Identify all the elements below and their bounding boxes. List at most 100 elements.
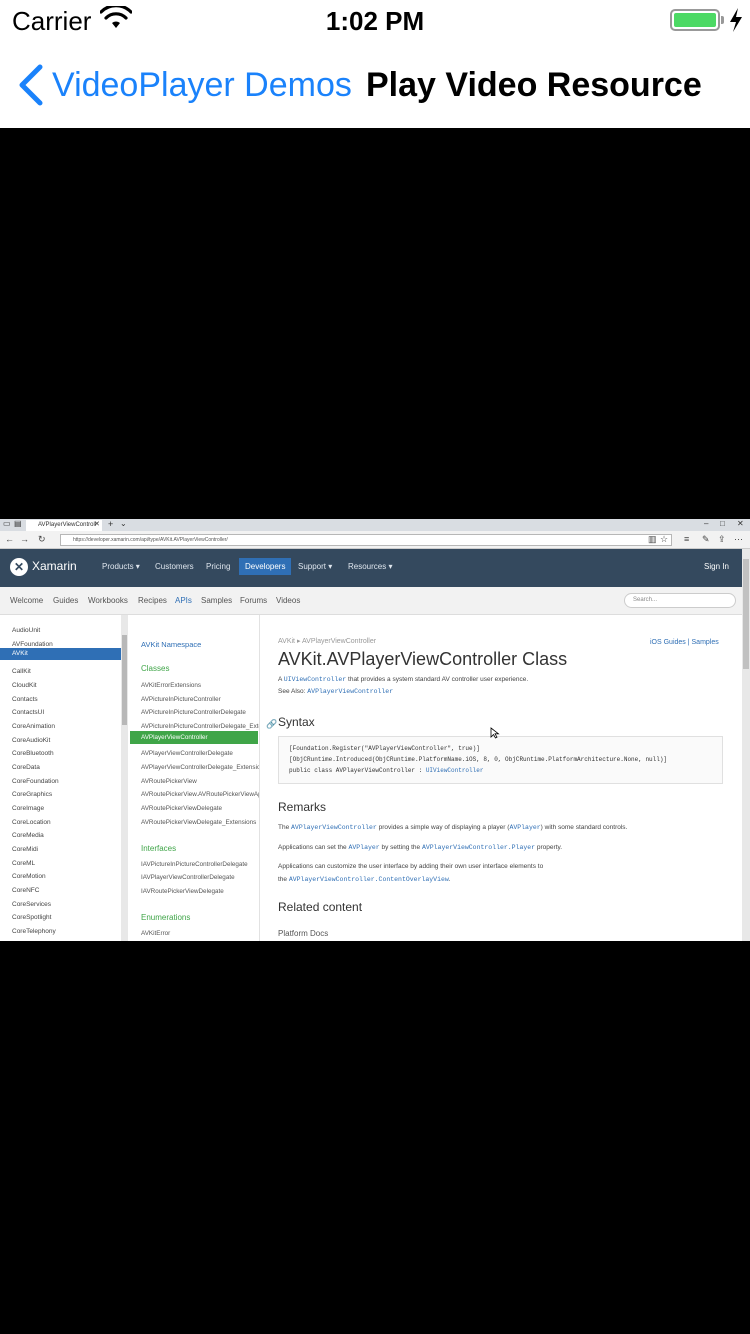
back-chevron-icon[interactable] bbox=[16, 64, 44, 106]
page-scroll-thumb[interactable] bbox=[743, 559, 749, 669]
remarks-text: by setting the bbox=[379, 844, 422, 851]
class-item-active[interactable]: AVPlayerViewController bbox=[130, 731, 258, 744]
ns-item[interactable]: CoreFoundation bbox=[12, 778, 59, 785]
syntax-heading: Syntax bbox=[278, 715, 315, 729]
ns-item[interactable]: CoreSpotlight bbox=[12, 914, 51, 921]
back-button[interactable]: VideoPlayer Demos bbox=[52, 66, 352, 105]
ns-item[interactable]: CoreAudioKit bbox=[12, 737, 50, 744]
classes-heading: Classes bbox=[141, 664, 170, 673]
doc-intro: A UIViewController that provides a syste… bbox=[278, 676, 528, 683]
ns-item[interactable]: CoreTelephony bbox=[12, 928, 56, 935]
ns-item[interactable]: CoreImage bbox=[12, 805, 44, 812]
class-item[interactable]: AVPictureInPictureControllerDelegate bbox=[141, 709, 259, 716]
ns-item[interactable]: CoreMedia bbox=[12, 832, 44, 839]
ns-item[interactable]: Contacts bbox=[12, 696, 38, 703]
class-item[interactable]: AVPictureInPictureController bbox=[141, 696, 259, 703]
nav-customers[interactable]: Customers bbox=[155, 562, 194, 571]
minimize-icon: – bbox=[704, 519, 709, 528]
ns-item[interactable]: CoreAnimation bbox=[12, 723, 55, 730]
subnav-videos[interactable]: Videos bbox=[276, 596, 300, 605]
remarks-paragraph: Applications can set the AVPlayer by set… bbox=[278, 844, 562, 851]
ns-item[interactable]: CallKit bbox=[12, 668, 31, 675]
remarks-text: ) with some standard controls. bbox=[540, 824, 628, 831]
ns-item[interactable]: CloudKit bbox=[12, 682, 37, 689]
subnav-guides[interactable]: Guides bbox=[53, 596, 78, 605]
site-header: ✕ Xamarin Products ▾ Customers Pricing D… bbox=[0, 549, 742, 587]
breadcrumb-namespace[interactable]: AVKit bbox=[278, 638, 295, 645]
url-field[interactable]: https://developer.xamarin.com/api/type/A… bbox=[60, 534, 672, 546]
refresh-icon: ↻ bbox=[38, 534, 46, 544]
namespace-link[interactable]: AVKit Namespace bbox=[141, 640, 201, 649]
namespace-scroll-thumb[interactable] bbox=[122, 635, 127, 725]
remarks-text: Applications can set the bbox=[278, 844, 349, 851]
nav-resources[interactable]: Resources ▾ bbox=[348, 562, 392, 571]
class-item[interactable]: AVRoutePickerView.AVRoutePickerViewAppea… bbox=[141, 791, 259, 798]
ns-item[interactable]: CoreData bbox=[12, 764, 40, 771]
namespace-scrollbar[interactable] bbox=[121, 615, 128, 941]
interface-item[interactable]: IAVPictureInPictureControllerDelegate bbox=[141, 861, 259, 868]
ns-item[interactable]: CoreLocation bbox=[12, 819, 51, 826]
mouse-cursor-icon bbox=[490, 727, 500, 739]
ns-item[interactable]: AudioUnit bbox=[12, 627, 40, 634]
class-item[interactable]: AVRoutePickerView bbox=[141, 778, 259, 785]
remarks-text: . bbox=[448, 876, 451, 883]
subnav-forums[interactable]: Forums bbox=[240, 596, 267, 605]
ns-item[interactable]: ContactsUI bbox=[12, 709, 44, 716]
avplayer-link[interactable]: AVPlayer bbox=[348, 844, 379, 851]
player-property-link[interactable]: AVPlayerViewController.Player bbox=[422, 844, 535, 851]
avplayerviewcontroller-link[interactable]: AVPlayerViewController bbox=[291, 824, 377, 831]
sign-in-link[interactable]: Sign In bbox=[704, 562, 729, 571]
page-scrollbar[interactable] bbox=[742, 549, 750, 941]
chevron-down-icon: ⌄ bbox=[120, 519, 127, 528]
nav-pricing[interactable]: Pricing bbox=[206, 562, 230, 571]
content-overlay-view-link[interactable]: AVPlayerViewController.ContentOverlayVie… bbox=[289, 876, 449, 883]
remarks-text: provides a simple way of displaying a pl… bbox=[376, 824, 510, 831]
interface-item[interactable]: IAVPlayerViewControllerDelegate bbox=[141, 874, 259, 881]
doc-title: AVKit.AVPlayerViewController Class bbox=[278, 649, 568, 669]
subnav-workbooks[interactable]: Workbooks bbox=[88, 596, 128, 605]
ns-item[interactable]: CoreBluetooth bbox=[12, 750, 54, 757]
nav-developers[interactable]: Developers bbox=[239, 558, 292, 575]
browser-tab[interactable]: AVPlayerViewControll bbox=[26, 520, 102, 531]
window-menu-icon: ▭ bbox=[3, 519, 11, 528]
class-item[interactable]: AVPlayerViewControllerDelegate bbox=[141, 750, 259, 757]
subnav-apis[interactable]: APIs bbox=[175, 596, 192, 605]
class-item[interactable]: AVPlayerViewControllerDelegate_Extension… bbox=[141, 764, 259, 771]
subnav-recipes[interactable]: Recipes bbox=[138, 596, 167, 605]
navigation-bar: VideoPlayer Demos Play Video Resource bbox=[0, 40, 750, 128]
guides-samples-links[interactable]: iOS Guides | Samples bbox=[650, 639, 719, 646]
ns-item[interactable]: CoreML bbox=[12, 860, 35, 867]
interface-item[interactable]: IAVRoutePickerViewDelegate bbox=[141, 888, 259, 895]
subnav-samples[interactable]: Samples bbox=[201, 596, 232, 605]
nav-products[interactable]: Products ▾ bbox=[102, 562, 140, 571]
link-anchor-icon[interactable]: 🔗 bbox=[266, 719, 277, 730]
clock: 1:02 PM bbox=[325, 6, 425, 36]
status-bar: Carrier 1:02 PM bbox=[0, 0, 750, 40]
ns-item[interactable]: CoreServices bbox=[12, 901, 51, 908]
avplayer-link[interactable]: AVPlayer bbox=[509, 824, 540, 831]
site-search-input[interactable]: Search... bbox=[624, 593, 736, 608]
remarks-paragraph: The AVPlayerViewController provides a si… bbox=[278, 824, 627, 831]
maximize-icon: □ bbox=[720, 519, 725, 528]
ns-item[interactable]: CoreNFC bbox=[12, 887, 39, 894]
class-item[interactable]: AVKitErrorExtensions bbox=[141, 682, 259, 689]
subnav-welcome[interactable]: Welcome bbox=[10, 596, 43, 605]
uiviewcontroller-link[interactable]: UIViewController bbox=[284, 676, 346, 683]
class-item[interactable]: AVRoutePickerViewDelegate bbox=[141, 805, 259, 812]
see-also-link[interactable]: AVPlayerViewController bbox=[307, 688, 393, 695]
platform-docs-heading: Platform Docs bbox=[278, 929, 329, 938]
pen-icon: ✎ bbox=[702, 534, 710, 544]
enumeration-item[interactable]: AVKitError bbox=[141, 930, 259, 937]
class-item[interactable]: AVRoutePickerViewDelegate_Extensions bbox=[141, 819, 259, 826]
code-base-class-link[interactable]: UIViewController bbox=[426, 767, 484, 774]
site-subnav: Welcome Guides Workbooks Recipes APIs Sa… bbox=[0, 587, 742, 615]
nav-support[interactable]: Support ▾ bbox=[298, 562, 332, 571]
more-icon: ⋯ bbox=[734, 534, 743, 544]
share-icon: ⇪ bbox=[718, 534, 726, 544]
ns-item[interactable]: CoreMotion bbox=[12, 873, 46, 880]
ns-item-active[interactable]: AVKit bbox=[0, 648, 121, 660]
ns-item[interactable]: AVFoundation bbox=[12, 641, 53, 648]
class-item[interactable]: AVPictureInPictureControllerDelegate_Ext… bbox=[141, 723, 259, 730]
ns-item[interactable]: CoreGraphics bbox=[12, 791, 52, 798]
ns-item[interactable]: CoreMidi bbox=[12, 846, 38, 853]
